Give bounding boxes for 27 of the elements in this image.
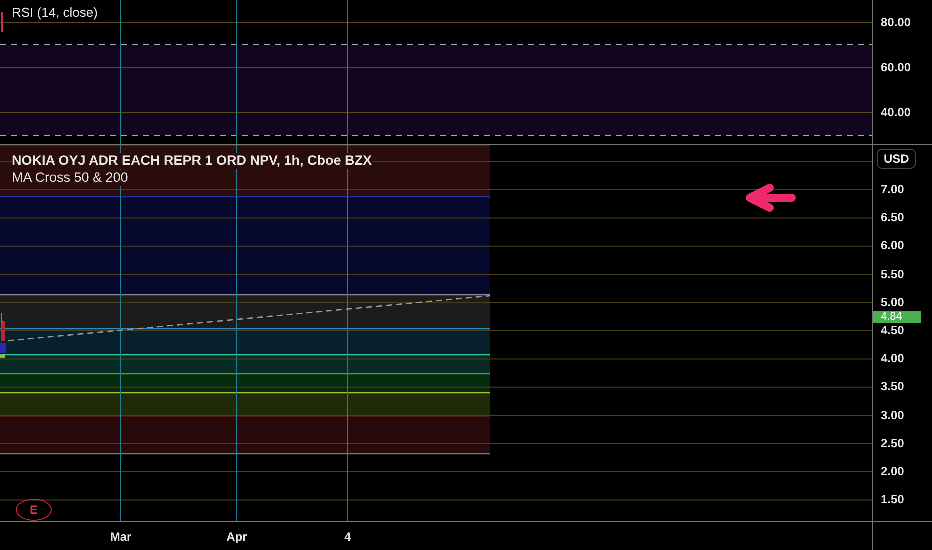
currency-button[interactable]: USD <box>877 149 916 169</box>
axis-label: 3.00 <box>881 409 904 422</box>
axis-label: 2.00 <box>881 466 904 478</box>
axis-label: 6.00 <box>881 240 904 253</box>
rsi-line <box>1 12 3 32</box>
time-label: 4 <box>344 530 352 544</box>
candlestick-drawing <box>0 313 6 358</box>
time-label: Apr <box>226 530 248 544</box>
axis-label: 2.50 <box>881 437 904 450</box>
axis-label: 3.50 <box>881 380 904 394</box>
axis-label: 40.00 <box>881 106 912 120</box>
axis-label: 4.50 <box>881 324 904 338</box>
axis-label: 5.00 <box>881 296 904 310</box>
axis-label: 1.50 <box>881 494 904 507</box>
event-marker[interactable]: E <box>16 499 52 521</box>
axis-label: 6.50 <box>881 212 904 225</box>
arrow-icon <box>746 184 796 212</box>
symbol-title: NOKIA OYJ ADR EACH REPR 1 ORD NPV, 1h, Cboe BZX <box>12 153 372 169</box>
axis-label: 5.50 <box>881 268 904 282</box>
time-label: Mar <box>110 530 132 544</box>
axis-label: 80.00 <box>881 16 912 30</box>
indicator-title: RSI (14, close) <box>12 6 98 21</box>
price-tag: 4.84 <box>873 311 921 323</box>
indicator-title: MA Cross 50 & 200 <box>12 170 128 186</box>
axis-label: 4.00 <box>881 352 904 366</box>
axis-label: 60.00 <box>881 62 912 74</box>
axis-label: 7.00 <box>881 184 904 196</box>
